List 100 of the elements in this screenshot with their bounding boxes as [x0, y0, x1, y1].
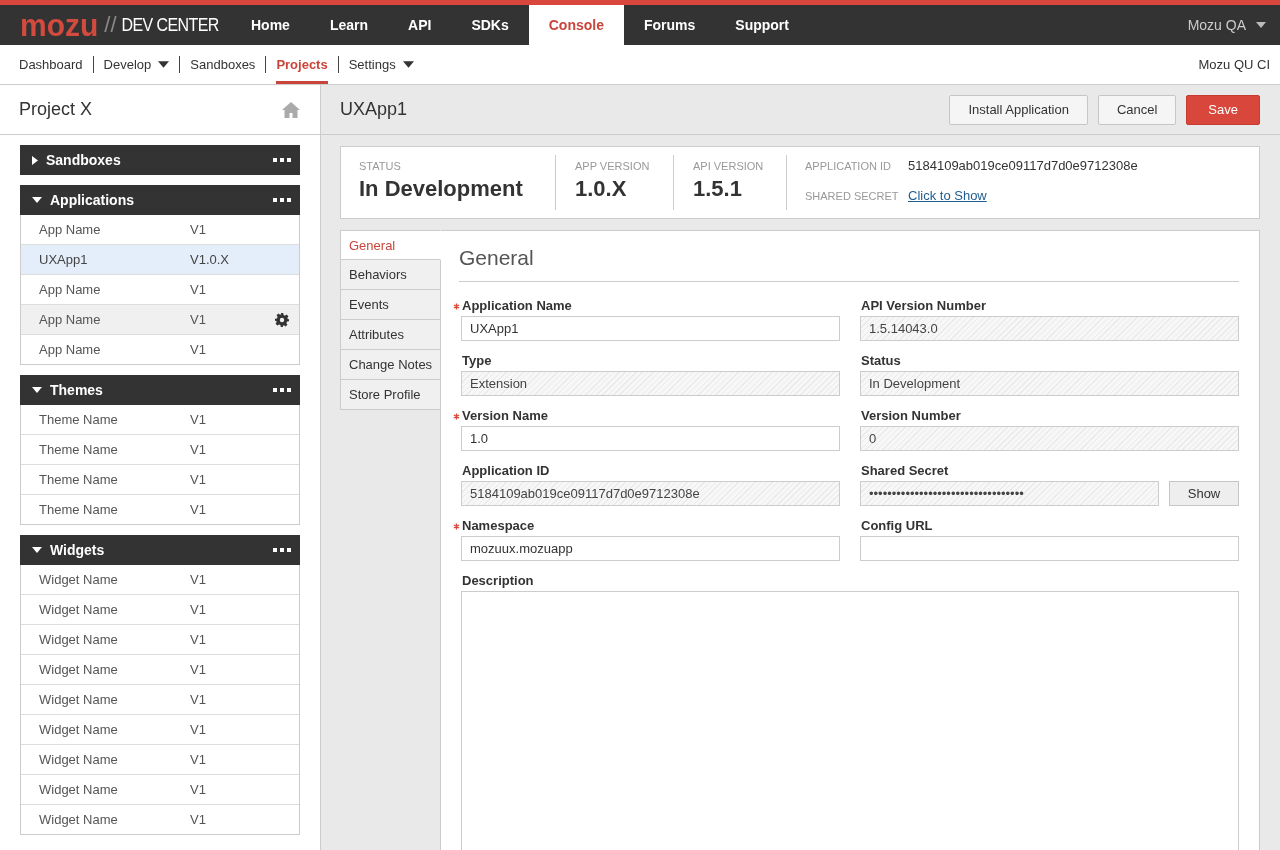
- stat-label: API VERSION: [693, 159, 764, 173]
- text-field[interactable]: ••••••••••••••••••••••••••••••••••: [860, 481, 1159, 506]
- item-version: V1: [190, 632, 207, 647]
- side-tab[interactable]: Change Notes: [340, 350, 441, 380]
- section-title: Sandboxes: [46, 152, 122, 168]
- text-field[interactable]: Extension: [461, 371, 840, 396]
- text-field[interactable]: mozuux.mozuapp: [461, 536, 840, 561]
- more-icon[interactable]: [273, 198, 291, 202]
- nav-tab[interactable]: Home: [231, 5, 310, 45]
- item-name: Widget Name: [39, 662, 119, 677]
- account-menu[interactable]: Mozu QA: [1177, 5, 1280, 45]
- item-name: Widget Name: [39, 692, 119, 707]
- item-version: V1: [190, 412, 207, 427]
- caret-icon: [1256, 22, 1266, 28]
- field-label: Config URL: [861, 517, 933, 535]
- text-field[interactable]: 5184109ab019ce09117d7d0e9712308e: [461, 481, 840, 506]
- primary-button[interactable]: Save: [1186, 94, 1260, 125]
- stat-value: In Development: [359, 176, 523, 202]
- item-version: V1: [190, 602, 207, 617]
- stat-value: 1.0.X: [575, 176, 627, 202]
- side-tab[interactable]: Store Profile: [340, 380, 441, 410]
- detail-value: 5184109ab019ce09117d7d0e9712308e: [908, 158, 1138, 174]
- detail-label: APPLICATION ID: [805, 159, 891, 174]
- field-label: API Version Number: [861, 297, 986, 315]
- nav-tab[interactable]: Learn: [309, 5, 389, 45]
- item-version: V1: [190, 442, 207, 457]
- item-version: V1: [190, 572, 207, 587]
- description-field[interactable]: [461, 591, 1239, 850]
- nav-tab[interactable]: SDKs: [451, 5, 529, 45]
- item-version: V1: [190, 812, 207, 827]
- list-row[interactable]: UXApp1 V1.0.X: [21, 245, 299, 275]
- section-heading: General: [459, 245, 534, 271]
- nav-tab[interactable]: Support: [715, 5, 809, 45]
- gear-icon[interactable]: [275, 312, 289, 327]
- action-button[interactable]: Install Application: [949, 94, 1088, 125]
- item-version: V1: [190, 312, 207, 327]
- side-tab[interactable]: Events: [340, 290, 441, 320]
- item-name: App Name: [39, 312, 102, 327]
- text-field[interactable]: 1.0: [461, 426, 840, 451]
- section-header[interactable]: Sandboxes: [20, 145, 300, 175]
- text-field[interactable]: In Development: [860, 371, 1239, 396]
- project-title: Project X: [19, 99, 93, 120]
- detail-label: SHARED SECRET: [805, 189, 899, 204]
- text-field[interactable]: 0: [860, 426, 1239, 451]
- logo-separator: //: [104, 13, 117, 37]
- more-icon[interactable]: [273, 548, 291, 552]
- caret-icon: [158, 61, 170, 68]
- section-title: Widgets: [50, 542, 106, 558]
- item-name: Widget Name: [39, 812, 119, 827]
- field-label: Version Number: [861, 407, 961, 425]
- side-tab[interactable]: General: [340, 230, 441, 260]
- action-button[interactable]: Cancel: [1097, 94, 1177, 125]
- list-row[interactable]: App Name V1: [21, 305, 299, 335]
- text-field[interactable]: 1.5.14043.0: [860, 316, 1239, 341]
- nav-link[interactable]: Develop: [103, 45, 170, 84]
- nav-link[interactable]: Dashboard: [19, 45, 83, 84]
- more-icon[interactable]: [273, 388, 291, 392]
- field-label: Application Name: [462, 297, 572, 315]
- nav-link[interactable]: Settings: [348, 45, 414, 84]
- item-version: V1: [190, 342, 207, 357]
- show-button[interactable]: Show: [1169, 481, 1239, 506]
- item-name: Theme Name: [39, 442, 119, 457]
- item-version: V1.0.X: [190, 252, 231, 267]
- more-icon[interactable]: [273, 158, 291, 162]
- side-tab[interactable]: Behaviors: [340, 260, 441, 290]
- item-name: Theme Name: [39, 502, 119, 517]
- field-label: Description: [462, 572, 534, 590]
- page-title: UXApp1: [340, 99, 408, 120]
- field-label: Version Name: [462, 407, 548, 425]
- text-field[interactable]: UXApp1: [461, 316, 840, 341]
- item-name: App Name: [39, 222, 102, 237]
- nav-tab[interactable]: API: [388, 5, 452, 45]
- item-name: Widget Name: [39, 572, 119, 587]
- text-field[interactable]: [860, 536, 1239, 561]
- item-version: V1: [190, 222, 207, 237]
- item-name: Widget Name: [39, 722, 119, 737]
- section-title: Themes: [50, 382, 104, 398]
- section-header[interactable]: Themes: [20, 375, 300, 405]
- side-tab[interactable]: Attributes: [340, 320, 441, 350]
- field-label: Status: [861, 352, 901, 370]
- nav-tab[interactable]: Forums: [623, 5, 716, 45]
- item-version: V1: [190, 722, 207, 737]
- item-version: V1: [190, 662, 207, 677]
- field-label: Application ID: [462, 462, 550, 480]
- item-name: Widget Name: [39, 782, 119, 797]
- logo-title: DEV CENTER: [121, 13, 219, 37]
- item-version: V1: [190, 282, 207, 297]
- item-name: App Name: [39, 342, 102, 357]
- item-name: Widget Name: [39, 632, 119, 647]
- field-label: Type: [462, 352, 492, 370]
- item-version: V1: [190, 472, 207, 487]
- stat-value: 1.5.1: [693, 176, 742, 202]
- section-title: Applications: [50, 192, 135, 208]
- section-header[interactable]: Widgets: [20, 535, 300, 565]
- stat-label: APP VERSION: [575, 159, 650, 173]
- nav-tab[interactable]: Console: [528, 5, 624, 45]
- nav-link[interactable]: Sandboxes: [190, 45, 256, 84]
- section-header[interactable]: Applications: [20, 185, 300, 215]
- field-label: Shared Secret: [861, 462, 949, 480]
- show-secret-link[interactable]: Click to Show: [908, 188, 987, 204]
